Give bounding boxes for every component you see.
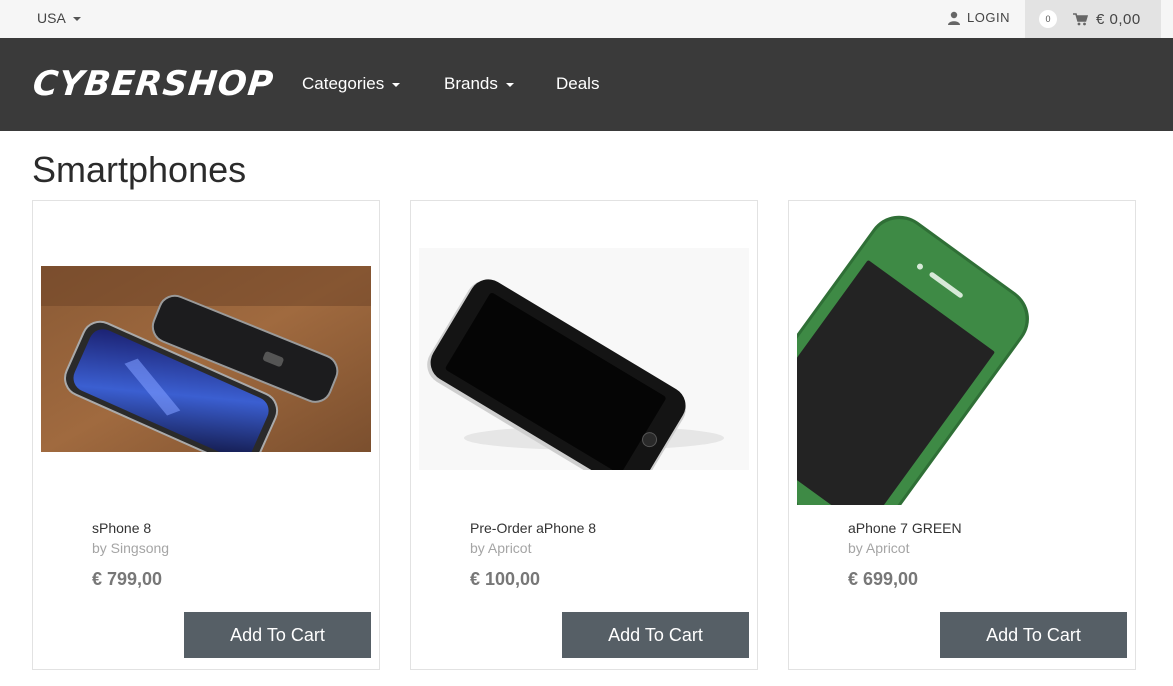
product-name[interactable]: Pre-Order aPhone 8: [470, 520, 596, 536]
country-label: USA: [37, 10, 66, 26]
caret-down-icon: [392, 83, 401, 87]
cart-count-badge: 0: [1039, 10, 1057, 28]
nav-brands-label: Brands: [444, 74, 498, 93]
shopping-cart-icon: [1073, 12, 1088, 26]
product-name[interactable]: sPhone 8: [92, 520, 151, 536]
product-image[interactable]: [419, 248, 749, 470]
login-link[interactable]: LOGIN: [947, 10, 1010, 25]
product-card: Pre-Order aPhone 8 by Apricot € 100,00 A…: [410, 200, 758, 670]
product-card: aPhone 7 GREEN by Apricot € 699,00 Add T…: [788, 200, 1136, 670]
product-price: € 699,00: [848, 569, 919, 589]
site-logo[interactable]: CYBERSHOP: [31, 64, 276, 104]
product-image[interactable]: [797, 215, 1127, 505]
nav-brands[interactable]: Brands: [444, 74, 514, 94]
top-utility-bar: USA LOGIN 0 € 0,00: [0, 0, 1173, 38]
product-name[interactable]: aPhone 7 GREEN: [848, 520, 962, 536]
nav-deals-label: Deals: [556, 74, 600, 93]
product-image[interactable]: [41, 266, 371, 452]
login-label: LOGIN: [967, 10, 1010, 25]
product-price: € 100,00: [470, 569, 541, 589]
user-icon: [948, 11, 960, 25]
nav-categories-label: Categories: [302, 74, 385, 93]
add-to-cart-button[interactable]: Add To Cart: [940, 612, 1127, 658]
nav-deals[interactable]: Deals: [556, 74, 599, 94]
country-selector[interactable]: USA: [37, 10, 81, 26]
add-to-cart-button[interactable]: Add To Cart: [184, 612, 371, 658]
product-brand: by Singsong: [92, 540, 170, 556]
caret-down-icon: [72, 16, 81, 21]
cart-total: € 0,00: [1096, 10, 1141, 28]
cart-summary-button[interactable]: 0 € 0,00: [1025, 0, 1161, 38]
page-title: Smartphones: [32, 149, 247, 190]
product-price: € 799,00: [92, 569, 163, 589]
caret-down-icon: [505, 83, 514, 87]
nav-categories[interactable]: Categories: [302, 74, 401, 94]
product-brand: by Apricot: [470, 540, 532, 556]
product-card: sPhone 8 by Singsong € 799,00 Add To Car…: [32, 200, 380, 670]
main-navbar: CYBERSHOP Categories Brands Deals: [0, 38, 1173, 131]
add-to-cart-button[interactable]: Add To Cart: [562, 612, 749, 658]
product-brand: by Apricot: [848, 540, 910, 556]
